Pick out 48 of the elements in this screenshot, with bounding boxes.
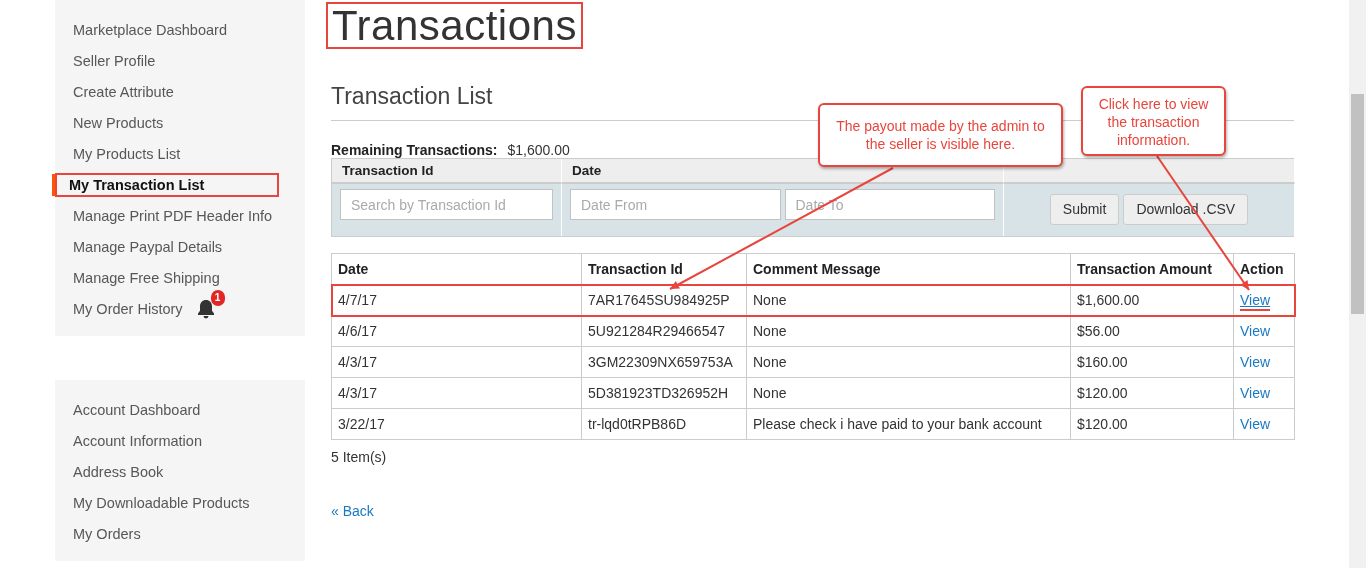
table-cell: 5D381923TD326952H — [581, 377, 747, 409]
table-cell: $56.00 — [1070, 315, 1234, 347]
page-title: Transactions — [326, 2, 583, 49]
sidebar-item[interactable]: Create Attribute — [52, 80, 174, 103]
search-field[interactable]: Search by Transaction Id — [340, 189, 553, 220]
table-cell: 3/22/17 — [331, 408, 582, 440]
notification-badge: 1 — [210, 289, 225, 306]
filter-header: Transaction Id — [332, 159, 562, 184]
sidebar-item[interactable]: Seller Profile — [52, 49, 156, 72]
table-cell: $120.00 — [1070, 408, 1234, 440]
back-link[interactable]: « Back — [331, 503, 374, 519]
table-cell: None — [746, 346, 1071, 378]
column-header: Transaction Id — [581, 253, 747, 285]
table-cell: 4/3/17 — [331, 377, 582, 409]
table-cell: 5U921284R29466547 — [581, 315, 747, 347]
column-header: Comment Message — [746, 253, 1071, 285]
sidebar-item[interactable]: Address Book — [52, 460, 164, 483]
table-cell: Please check i have paid to your bank account — [746, 408, 1071, 440]
callout-note: The payout made by the admin to the seller is visible here. — [818, 103, 1063, 167]
table-cell: None — [746, 377, 1071, 409]
sidebar-item[interactable]: Manage Free Shipping — [52, 266, 220, 289]
column-header: Transaction Amount — [1070, 253, 1234, 285]
sidebar-item[interactable]: New Products — [52, 111, 164, 134]
table-cell: $120.00 — [1070, 377, 1234, 409]
remaining-label: Remaining Transactions: — [331, 142, 498, 158]
column-header: Date — [331, 253, 582, 285]
table-cell: 4/6/17 — [331, 315, 582, 347]
table-cell: None — [746, 315, 1071, 347]
bell-icon[interactable] — [196, 298, 215, 319]
sidebar-item[interactable]: Account Dashboard — [52, 398, 201, 421]
sidebar-item[interactable]: Marketplace Dashboard — [52, 18, 227, 41]
table-cell: $160.00 — [1070, 346, 1234, 378]
remaining-value: $1,600.00 — [507, 142, 570, 158]
item-count: 5 Item(s) — [331, 449, 388, 465]
table-cell: 4/3/17 — [331, 346, 582, 378]
sidebar-item[interactable]: My Products List — [52, 142, 181, 165]
callout-note: Click here to view the transaction information. — [1081, 86, 1226, 156]
sidebar-item[interactable]: My Downloadable Products — [52, 491, 250, 514]
submit-button[interactable]: Submit — [1049, 193, 1120, 225]
sidebar-item[interactable]: Account Information — [52, 429, 202, 452]
table-cell: tr-lqd0tRPB86D — [581, 408, 747, 440]
sidebar-item[interactable]: My Orders — [52, 522, 141, 545]
table-cell: 3GM22309NX659753A — [581, 346, 747, 378]
sidebar-item[interactable]: Manage Paypal Details — [52, 235, 223, 258]
sidebar-item[interactable]: My Order History — [52, 297, 183, 320]
sidebar-item[interactable]: Manage Print PDF Header Info — [52, 204, 273, 227]
scrollbar[interactable] — [1349, 0, 1366, 568]
date-from-field[interactable]: Date From — [570, 189, 781, 220]
